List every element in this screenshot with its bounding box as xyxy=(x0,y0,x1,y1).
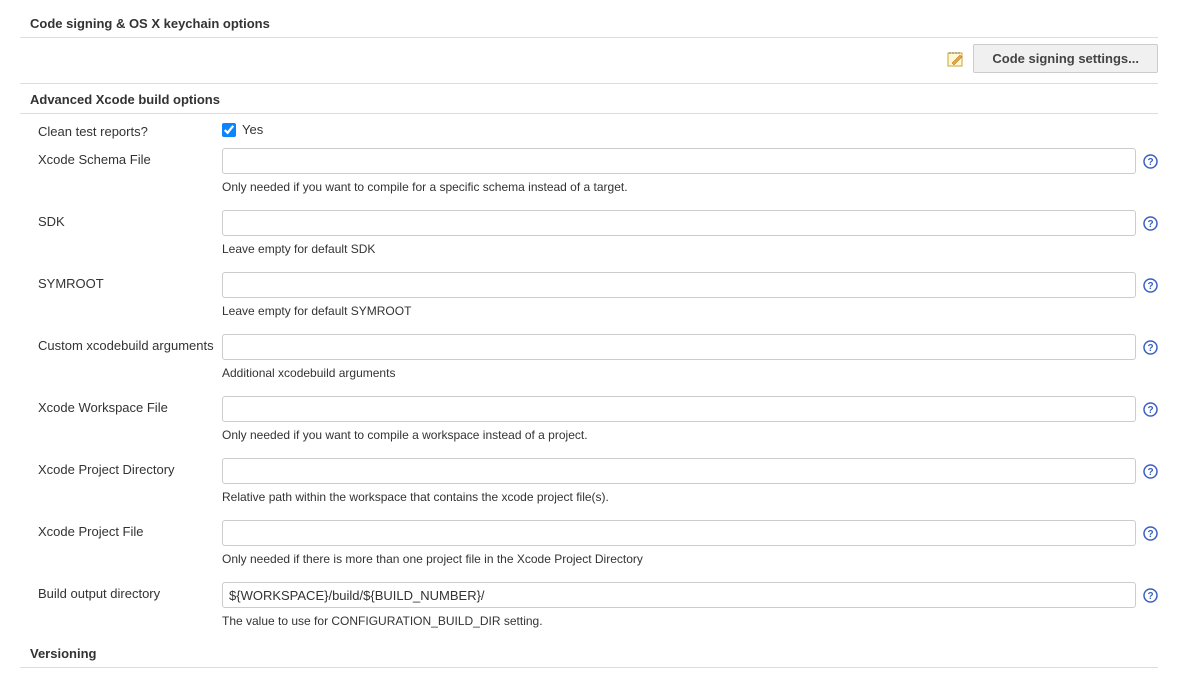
svg-text:?: ? xyxy=(1147,529,1153,540)
help-text-project-dir: Relative path within the workspace that … xyxy=(20,484,1158,514)
input-sdk[interactable] xyxy=(222,210,1136,236)
code-signing-settings-button[interactable]: Code signing settings... xyxy=(973,44,1158,73)
label-xcode-schema: Xcode Schema File xyxy=(38,148,222,167)
checkbox-clean-test-reports[interactable] xyxy=(222,123,236,137)
help-text-symroot: Leave empty for default SYMROOT xyxy=(20,298,1158,328)
input-symroot[interactable] xyxy=(222,272,1136,298)
input-project-dir[interactable] xyxy=(222,458,1136,484)
svg-text:?: ? xyxy=(1147,343,1153,354)
svg-text:?: ? xyxy=(1147,405,1153,416)
input-xcode-schema[interactable] xyxy=(222,148,1136,174)
help-icon[interactable]: ? xyxy=(1142,525,1158,541)
help-icon[interactable]: ? xyxy=(1142,401,1158,417)
row-build-output: Build output directory ? xyxy=(20,576,1158,608)
row-custom-args: Custom xcodebuild arguments ? xyxy=(20,328,1158,360)
row-sdk: SDK ? xyxy=(20,204,1158,236)
help-text-sdk: Leave empty for default SDK xyxy=(20,236,1158,266)
help-text-build-output: The value to use for CONFIGURATION_BUILD… xyxy=(20,608,1158,638)
help-icon[interactable]: ? xyxy=(1142,339,1158,355)
label-build-output: Build output directory xyxy=(38,582,222,601)
help-text-project-file: Only needed if there is more than one pr… xyxy=(20,546,1158,576)
help-icon[interactable]: ? xyxy=(1142,215,1158,231)
input-workspace[interactable] xyxy=(222,396,1136,422)
section-header-versioning: Versioning xyxy=(20,642,1158,668)
svg-text:?: ? xyxy=(1147,467,1153,478)
svg-text:?: ? xyxy=(1147,591,1153,602)
checkbox-label-clean-test-reports: Yes xyxy=(242,122,263,137)
help-text-workspace: Only needed if you want to compile a wor… xyxy=(20,422,1158,452)
notepad-icon xyxy=(945,50,967,68)
svg-text:?: ? xyxy=(1147,157,1153,168)
row-workspace: Xcode Workspace File ? xyxy=(20,390,1158,422)
section-header-advanced: Advanced Xcode build options xyxy=(20,88,1158,114)
input-build-output[interactable] xyxy=(222,582,1136,608)
label-project-file: Xcode Project File xyxy=(38,520,222,539)
label-symroot: SYMROOT xyxy=(38,272,222,291)
input-project-file[interactable] xyxy=(222,520,1136,546)
svg-text:?: ? xyxy=(1147,281,1153,292)
row-xcode-schema: Xcode Schema File ? xyxy=(20,142,1158,174)
help-icon[interactable]: ? xyxy=(1142,463,1158,479)
label-sdk: SDK xyxy=(38,210,222,229)
label-custom-args: Custom xcodebuild arguments xyxy=(38,334,222,353)
help-icon[interactable]: ? xyxy=(1142,277,1158,293)
row-clean-test-reports: Clean test reports? Yes xyxy=(20,114,1158,142)
row-project-file: Xcode Project File ? xyxy=(20,514,1158,546)
help-text-custom-args: Additional xcodebuild arguments xyxy=(20,360,1158,390)
code-signing-toolbar: Code signing settings... xyxy=(20,38,1158,84)
row-symroot: SYMROOT ? xyxy=(20,266,1158,298)
label-project-dir: Xcode Project Directory xyxy=(38,458,222,477)
svg-text:?: ? xyxy=(1147,219,1153,230)
help-text-xcode-schema: Only needed if you want to compile for a… xyxy=(20,174,1158,204)
input-custom-args[interactable] xyxy=(222,334,1136,360)
help-icon[interactable]: ? xyxy=(1142,153,1158,169)
label-workspace: Xcode Workspace File xyxy=(38,396,222,415)
section-header-code-signing: Code signing & OS X keychain options xyxy=(20,12,1158,38)
help-icon[interactable]: ? xyxy=(1142,587,1158,603)
row-project-dir: Xcode Project Directory ? xyxy=(20,452,1158,484)
label-clean-test-reports: Clean test reports? xyxy=(38,120,222,139)
